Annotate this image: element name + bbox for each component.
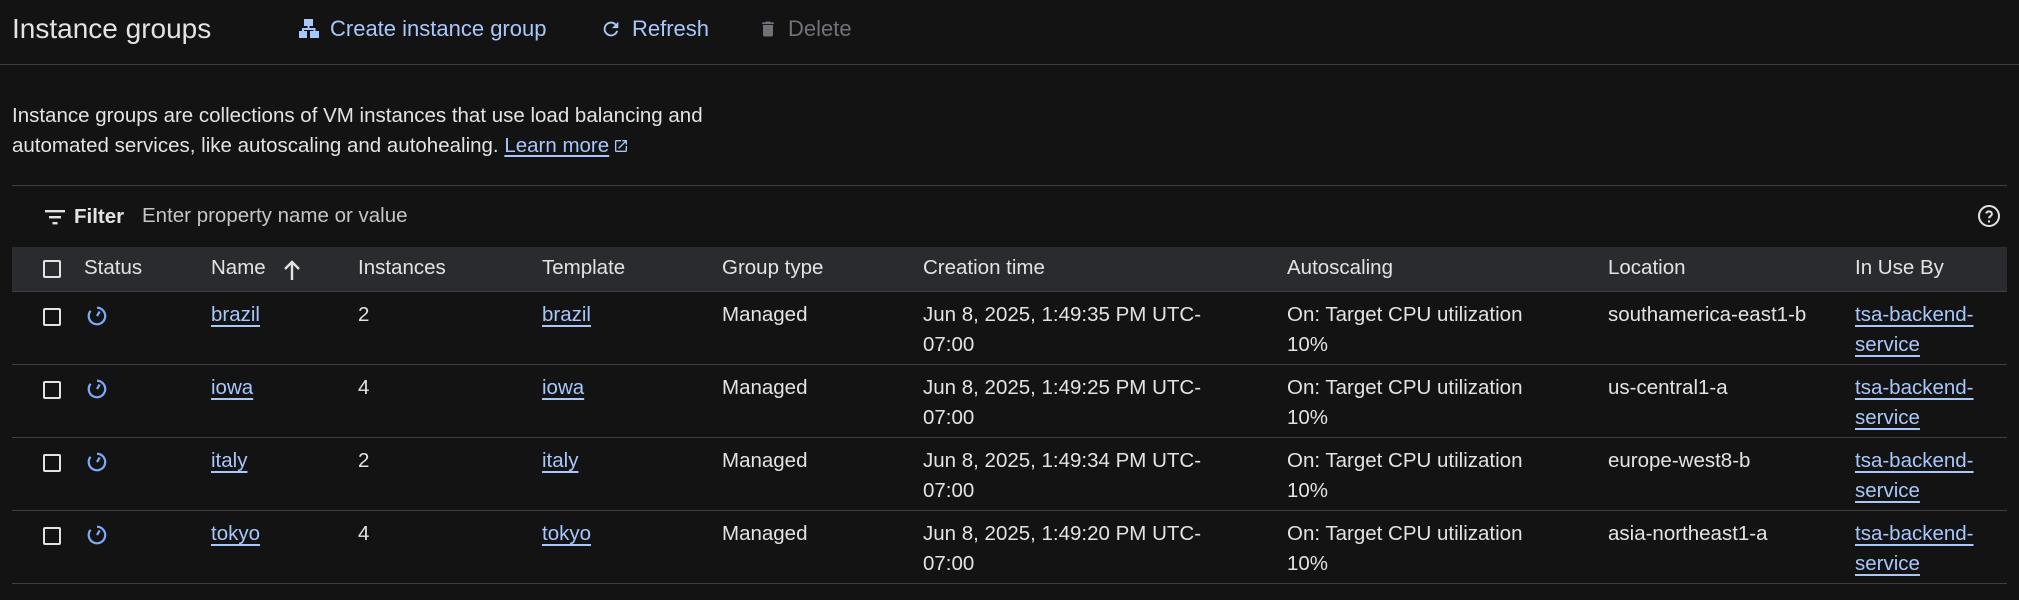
in-use-by-link[interactable]: tsa-backend-service: [1855, 376, 1974, 429]
column-header-name[interactable]: Name: [211, 256, 266, 280]
creation-time: Jun 8, 2025, 1:49:20 PM UTC-07:00: [923, 522, 1202, 575]
create-instance-group-button[interactable]: Create instance group: [298, 14, 546, 44]
column-header-in-use-by[interactable]: In Use By: [1855, 256, 2000, 280]
status-updating-icon: [87, 525, 107, 545]
status-updating-icon: [87, 452, 107, 472]
column-header-creation-time[interactable]: Creation time: [923, 256, 1213, 280]
filter-icon[interactable]: [44, 208, 66, 226]
location: us-central1-a: [1608, 376, 1728, 399]
instance-group-name-link[interactable]: italy: [211, 449, 247, 472]
autoscaling-status: On: Target CPU utilization 10%: [1287, 522, 1523, 575]
status-updating-icon: [87, 306, 107, 326]
instance-group-name-link[interactable]: brazil: [211, 303, 260, 326]
table-header-row: Status Name Instances Template Group typ…: [12, 247, 2007, 292]
refresh-label: Refresh: [632, 16, 710, 41]
column-header-status[interactable]: Status: [84, 256, 142, 280]
template-link[interactable]: brazil: [542, 303, 591, 326]
select-all-checkbox[interactable]: [43, 260, 61, 278]
delete-label: Delete: [788, 16, 852, 41]
row-checkbox[interactable]: [43, 381, 61, 399]
instances-count: 2: [358, 303, 370, 326]
arrow-up-icon[interactable]: [282, 260, 302, 282]
page-description: Instance groups are collections of VM in…: [12, 101, 752, 161]
creation-time: Jun 8, 2025, 1:49:25 PM UTC-07:00: [923, 376, 1202, 429]
page-header: Instance groups Create instance group Re…: [0, 0, 2019, 65]
instances-count: 4: [358, 522, 370, 545]
trash-icon: [762, 21, 774, 37]
instances-count: 2: [358, 449, 370, 472]
creation-time: Jun 8, 2025, 1:49:35 PM UTC-07:00: [923, 303, 1202, 356]
group-type: Managed: [722, 449, 808, 472]
page-title: Instance groups: [12, 13, 212, 44]
column-header-template[interactable]: Template: [542, 256, 625, 280]
in-use-by-link[interactable]: tsa-backend-service: [1855, 522, 1974, 575]
table-row: brazil 2 brazil Managed Jun 8, 2025, 1:4…: [12, 292, 2007, 365]
row-checkbox[interactable]: [43, 527, 61, 545]
location: asia-northeast1-a: [1608, 522, 1768, 545]
instance-group-name-link[interactable]: iowa: [211, 376, 253, 399]
table-row: tokyo 4 tokyo Managed Jun 8, 2025, 1:49:…: [12, 511, 2007, 584]
instances-count: 4: [358, 376, 370, 399]
column-header-autoscaling[interactable]: Autoscaling: [1287, 256, 1567, 280]
autoscaling-status: On: Target CPU utilization 10%: [1287, 376, 1523, 429]
row-checkbox[interactable]: [43, 308, 61, 326]
column-header-instances[interactable]: Instances: [358, 256, 446, 280]
group-type: Managed: [722, 522, 808, 545]
autoscaling-status: On: Target CPU utilization 10%: [1287, 449, 1523, 502]
location: southamerica-east1-b: [1608, 303, 1807, 326]
group-type: Managed: [722, 376, 808, 399]
filter-bar: Filter: [12, 185, 2007, 248]
instance-groups-table: Status Name Instances Template Group typ…: [12, 247, 2007, 584]
table-row: italy 2 italy Managed Jun 8, 2025, 1:49:…: [12, 438, 2007, 511]
autoscaling-status: On: Target CPU utilization 10%: [1287, 303, 1523, 356]
template-link[interactable]: iowa: [542, 376, 584, 399]
instance-group-name-link[interactable]: tokyo: [211, 522, 260, 545]
learn-more-label: Learn more: [504, 134, 610, 157]
help-icon[interactable]: [1977, 204, 2001, 228]
row-checkbox[interactable]: [43, 454, 61, 472]
in-use-by-link[interactable]: tsa-backend-service: [1855, 449, 1974, 502]
refresh-icon: [603, 21, 619, 37]
column-header-group-type[interactable]: Group type: [722, 256, 823, 280]
status-updating-icon: [87, 379, 107, 399]
template-link[interactable]: tokyo: [542, 522, 591, 545]
learn-more-link[interactable]: Learn more: [504, 134, 629, 157]
filter-label: Filter: [74, 205, 125, 228]
refresh-button[interactable]: Refresh: [600, 14, 709, 44]
delete-button[interactable]: Delete: [758, 14, 852, 44]
create-instance-group-label: Create instance group: [330, 16, 547, 41]
template-link[interactable]: italy: [542, 449, 578, 472]
filter-input[interactable]: [138, 198, 1346, 234]
location: europe-west8-b: [1608, 449, 1751, 472]
group-type: Managed: [722, 303, 808, 326]
column-header-location[interactable]: Location: [1608, 256, 1808, 280]
instance-group-icon: [299, 19, 319, 38]
creation-time: Jun 8, 2025, 1:49:34 PM UTC-07:00: [923, 449, 1202, 502]
external-link-icon: [615, 140, 628, 152]
table-row: iowa 4 iowa Managed Jun 8, 2025, 1:49:25…: [12, 365, 2007, 438]
in-use-by-link[interactable]: tsa-backend-service: [1855, 303, 1974, 356]
